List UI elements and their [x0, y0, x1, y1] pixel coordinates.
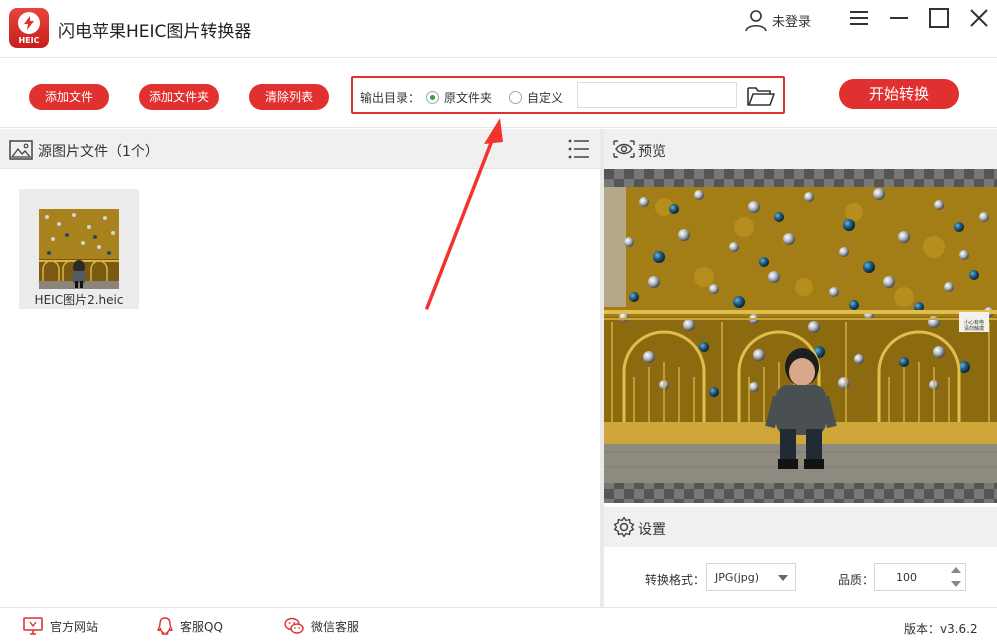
settings-header: 设置 [604, 507, 997, 547]
maximize-icon[interactable] [927, 7, 951, 29]
stepper-down-icon[interactable] [951, 581, 961, 587]
image-icon [9, 140, 33, 160]
eye-icon [613, 140, 635, 158]
source-files-title: 源图片文件（1个） [38, 144, 159, 160]
qq-support-link[interactable]: 客服QQ [157, 617, 223, 635]
login-link[interactable]: 未登录 [744, 8, 811, 32]
add-file-button[interactable]: 添加文件 [29, 84, 109, 110]
settings-title: 设置 [638, 522, 666, 538]
hamburger-menu-icon[interactable] [847, 7, 871, 29]
format-select[interactable]: JPG(jpg) [706, 563, 796, 591]
preview-header: 预览 [604, 129, 997, 169]
title-bar: HEIC 闪电苹果HEIC图片转换器 未登录 [0, 0, 997, 58]
file-item[interactable]: HEIC图片2.heic [19, 189, 139, 309]
radio-unchecked-icon [509, 91, 522, 104]
file-thumbnail [39, 209, 119, 289]
wechat-icon [284, 617, 304, 634]
format-label: 转换格式： [645, 573, 706, 587]
settings-body: 转换格式： JPG(jpg) 品质： 100 [604, 547, 997, 607]
toolbar: 添加文件 添加文件夹 清除列表 输出目录： 原文件夹 自定义 开始转换 [0, 58, 997, 128]
user-status: 未登录 [772, 14, 812, 30]
list-icon[interactable] [568, 137, 590, 161]
chevron-down-icon [778, 575, 788, 581]
wechat-support-link[interactable]: 微信客服 [284, 617, 359, 635]
minimize-icon[interactable] [887, 7, 911, 29]
folder-open-icon[interactable] [746, 84, 776, 108]
radio-original-folder[interactable]: 原文件夹 [426, 89, 492, 106]
output-directory-label: 输出目录： [360, 91, 421, 105]
quality-stepper[interactable]: 100 [874, 563, 966, 591]
user-icon [745, 10, 767, 32]
official-website-link[interactable]: 官方网站 [23, 617, 98, 635]
status-bar: 官方网站 客服QQ 微信客服 版本：v3.6.2 [0, 607, 997, 644]
source-files-header: 源图片文件（1个） [0, 129, 600, 169]
svg-text:请勿触摸: 请勿触摸 [964, 325, 984, 332]
version-label: 版本：v3.6.2 [904, 622, 978, 636]
qq-icon [157, 617, 173, 635]
start-convert-button[interactable]: 开始转换 [839, 79, 959, 109]
radio-checked-icon [426, 91, 439, 104]
clear-list-button[interactable]: 清除列表 [249, 84, 329, 110]
radio-custom-folder[interactable]: 自定义 [509, 89, 563, 106]
preview-title: 预览 [638, 144, 666, 160]
heic-logo-icon: HEIC [9, 8, 49, 48]
preview-image: 小心有电 请勿触摸 [604, 187, 997, 483]
add-folder-button[interactable]: 添加文件夹 [139, 84, 219, 110]
output-path-input[interactable] [577, 82, 737, 108]
quality-value: 100 [896, 571, 917, 584]
app-title: 闪电苹果HEIC图片转换器 [58, 22, 252, 42]
svg-text:小心有电: 小心有电 [964, 319, 984, 326]
file-name: HEIC图片2.heic [34, 293, 124, 307]
close-icon[interactable] [967, 7, 991, 29]
format-value: JPG(jpg) [715, 571, 760, 584]
stepper-up-icon[interactable] [951, 567, 961, 573]
quality-label: 品质： [838, 573, 875, 587]
output-directory-group: 输出目录： 原文件夹 自定义 [351, 76, 785, 114]
monitor-icon [23, 617, 43, 635]
preview-area: 小心有电 请勿触摸 [604, 169, 997, 503]
file-list-area: HEIC图片2.heic [0, 169, 600, 607]
gear-icon [613, 516, 635, 538]
